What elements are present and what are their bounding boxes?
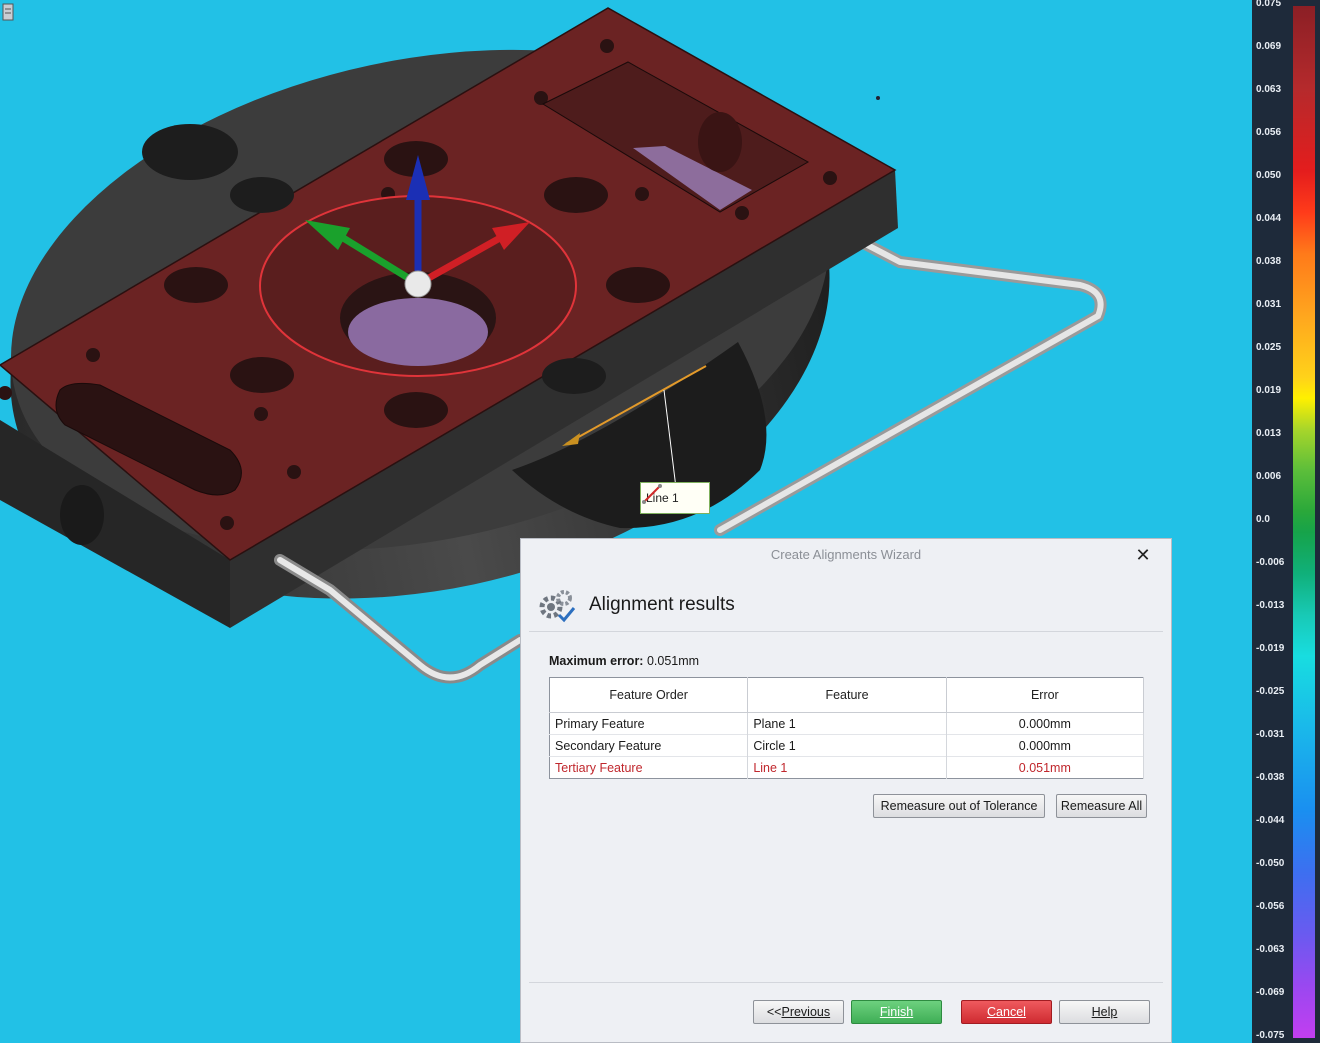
finish-button[interactable]: Finish xyxy=(851,1000,942,1024)
previous-label: Previous xyxy=(781,1005,831,1019)
cancel-button[interactable]: Cancel xyxy=(961,1000,1052,1024)
max-error-label: Maximum error: xyxy=(549,654,644,668)
max-error-value: 0.051mm xyxy=(646,654,700,668)
feature-order-cell: Secondary Feature xyxy=(549,734,749,757)
feature-callout-line[interactable]: Line 1 xyxy=(640,482,710,514)
feature-cell: Circle 1 xyxy=(747,734,947,757)
max-error-readout: Maximum error: 0.051mm xyxy=(549,654,699,668)
scale-tick-label: 0.013 xyxy=(1256,428,1282,439)
scale-tick-label: 0.031 xyxy=(1256,299,1282,310)
deviation-color-scale: 0.075 0.069 0.063 0.056 0.050 0.044 0.038 0.031… xyxy=(1252,0,1320,1043)
scale-tick-label: -0.025 xyxy=(1256,686,1285,697)
scale-tick-label: 0.063 xyxy=(1256,84,1282,95)
previous-prefix: << xyxy=(766,1005,782,1019)
scale-tick-label: -0.056 xyxy=(1256,901,1285,912)
scale-tick-label: 0.075 xyxy=(1256,0,1282,9)
scale-tick-label: 0.025 xyxy=(1256,342,1282,353)
scale-tick-label: 0.056 xyxy=(1256,127,1282,138)
gear-check-icon xyxy=(539,590,576,623)
table-row[interactable]: Primary Feature Plane 1 0.000mm xyxy=(549,712,1145,735)
help-button[interactable]: Help xyxy=(1059,1000,1150,1024)
scale-tick-label: 0.019 xyxy=(1256,385,1282,396)
feature-order-cell: Primary Feature xyxy=(549,712,749,735)
scale-tick-label: -0.019 xyxy=(1256,643,1285,654)
error-cell: 0.000mm xyxy=(946,734,1145,757)
scale-tick-label: -0.050 xyxy=(1256,858,1285,869)
scale-tick-label: -0.075 xyxy=(1256,1030,1285,1041)
scale-tick-label: -0.069 xyxy=(1256,987,1285,998)
scale-tick-label: 0.050 xyxy=(1256,170,1282,181)
dialog-header: Alignment results xyxy=(537,585,735,625)
table-row[interactable]: Secondary Feature Circle 1 0.000mm xyxy=(549,734,1145,757)
error-cell: 0.000mm xyxy=(946,712,1145,735)
help-label: Help xyxy=(1091,1005,1118,1019)
scale-tick-label: 0.069 xyxy=(1256,41,1282,52)
scale-tick-label: -0.038 xyxy=(1256,772,1285,783)
header-divider xyxy=(529,631,1163,632)
column-header-feature-order[interactable]: Feature Order xyxy=(549,677,749,713)
remeasure-all-button[interactable]: Remeasure All xyxy=(1056,794,1147,818)
dialog-title: Create Alignments Wizard xyxy=(770,547,922,562)
create-alignments-dialog: Create Alignments Wizard ✕ Alignment res… xyxy=(520,538,1172,1043)
feature-order-cell: Tertiary Feature xyxy=(549,756,749,779)
table-row[interactable]: Tertiary Feature Line 1 0.051mm xyxy=(549,756,1145,779)
column-header-feature[interactable]: Feature xyxy=(747,677,947,713)
hole xyxy=(142,124,238,180)
finish-label: Finish xyxy=(879,1005,914,1019)
remeasure-out-of-tolerance-button[interactable]: Remeasure out of Tolerance xyxy=(873,794,1045,818)
line-feature-icon xyxy=(642,484,662,504)
scale-tick-label: -0.044 xyxy=(1256,815,1285,826)
feature-cell: Line 1 xyxy=(747,756,947,779)
alignment-results-table: Feature Order Feature Error Primary Feat… xyxy=(549,677,1145,779)
scale-tick-label: 0.044 xyxy=(1256,213,1282,224)
feature-cell: Plane 1 xyxy=(747,712,947,735)
cancel-label: Cancel xyxy=(987,1005,1026,1019)
error-cell: 0.051mm xyxy=(946,756,1145,779)
scale-tick-label: 0.038 xyxy=(1256,256,1282,267)
scale-tick-label: -0.031 xyxy=(1256,729,1285,740)
column-header-error[interactable]: Error xyxy=(946,677,1145,713)
color-scale-gradient xyxy=(1293,6,1315,1038)
scale-tick-label: 0.0 xyxy=(1256,514,1270,525)
scale-tick-label: -0.013 xyxy=(1256,600,1285,611)
previous-button[interactable]: << Previous xyxy=(753,1000,844,1024)
scale-tick-label: 0.006 xyxy=(1256,471,1282,482)
footer-divider xyxy=(529,982,1163,983)
scale-tick-label: -0.006 xyxy=(1256,557,1285,568)
scale-tick-label: -0.063 xyxy=(1256,944,1285,955)
close-icon[interactable]: ✕ xyxy=(1133,545,1153,565)
dialog-heading: Alignment results xyxy=(589,594,735,615)
